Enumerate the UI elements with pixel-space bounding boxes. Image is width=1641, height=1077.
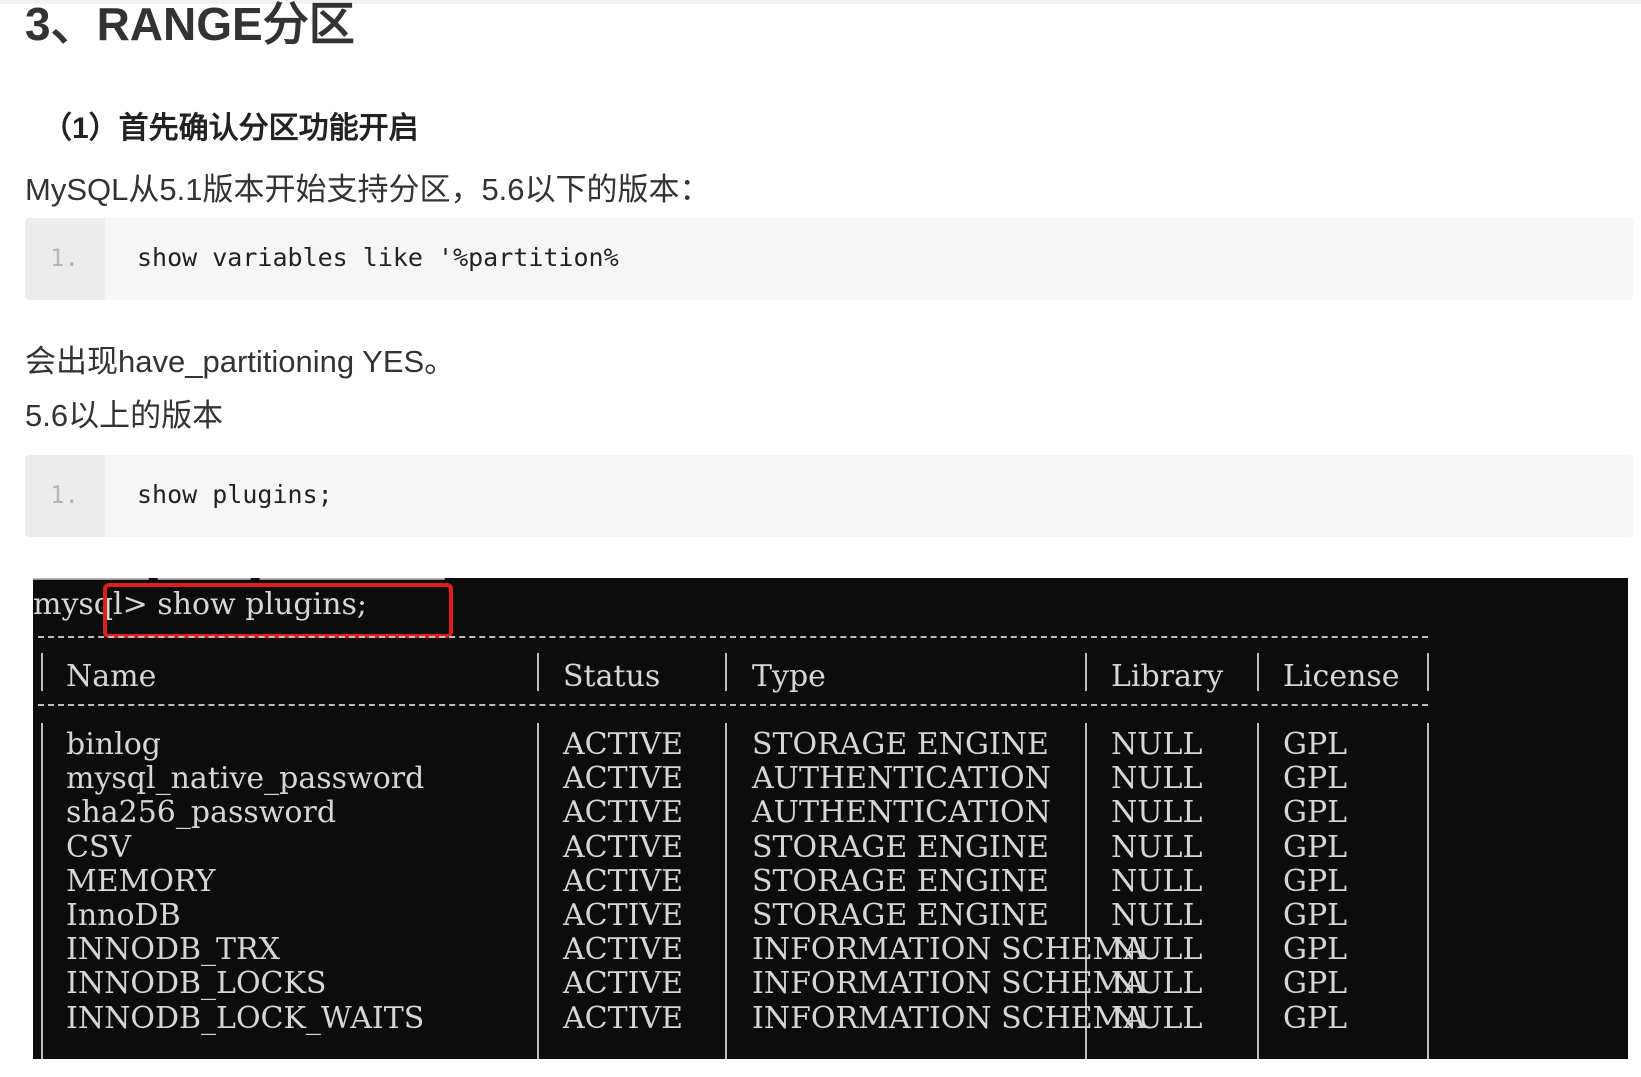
- table-border-top: [38, 636, 1428, 638]
- terminal-screenshot: ▀▀▀▀▀ ▀▀▀▀ ▀▀▀▀▀▀▀▀ mysql> show plugins;…: [33, 578, 1628, 1059]
- table-cell: ACTIVE: [563, 795, 684, 831]
- code-line[interactable]: show plugins;: [137, 480, 333, 510]
- table-vline: [1085, 653, 1087, 691]
- section-heading: 3、RANGE分区: [25, 0, 355, 50]
- table-vline: [41, 653, 43, 691]
- column-header: Status: [563, 659, 661, 694]
- table-vline: [1257, 723, 1259, 1059]
- table-cell: INFORMATION SCHEMA: [752, 932, 1146, 968]
- table-cell: ACTIVE: [563, 898, 684, 933]
- table-cell: ACTIVE: [563, 829, 684, 865]
- table-cell: ACTIVE: [563, 932, 684, 968]
- paragraph-version-intro: MySQL从5.1版本开始支持分区，5.6以下的版本：: [25, 172, 711, 207]
- table-cell: CSV: [66, 829, 132, 865]
- table-cell: GPL: [1283, 966, 1348, 1002]
- table-vline: [1257, 653, 1259, 691]
- table-border-header: [38, 704, 1428, 706]
- paragraph-version-above: 5.6以上的版本: [25, 398, 224, 433]
- table-vline: [537, 723, 539, 1059]
- table-cell: mysql_native_password: [66, 761, 425, 797]
- table-cell: GPL: [1283, 761, 1348, 797]
- table-cell: GPL: [1283, 829, 1348, 865]
- table-cell: GPL: [1283, 727, 1348, 762]
- table-cell: NULL: [1111, 1000, 1203, 1036]
- table-cell: NULL: [1111, 898, 1203, 933]
- line-number: 1.: [50, 481, 79, 509]
- subsection-heading: （1）首先确认分区功能开启: [42, 112, 419, 145]
- line-number: 1.: [50, 244, 79, 272]
- table-cell: GPL: [1283, 898, 1348, 933]
- table-cell: ACTIVE: [563, 761, 684, 797]
- table-cell: ACTIVE: [563, 727, 684, 762]
- table-cell: AUTHENTICATION: [752, 795, 1051, 831]
- table-cell: AUTHENTICATION: [752, 761, 1051, 797]
- table-cell: GPL: [1283, 932, 1348, 968]
- highlight-box: [103, 583, 453, 638]
- table-cell: GPL: [1283, 1000, 1348, 1036]
- table-cell: sha256_password: [66, 795, 337, 831]
- column-header: Library: [1111, 659, 1224, 694]
- table-cell: INFORMATION SCHEMA: [752, 1000, 1146, 1036]
- table-cell: STORAGE ENGINE: [752, 898, 1049, 933]
- code-line[interactable]: show variables like '%partition%: [137, 243, 619, 273]
- table-cell: ACTIVE: [563, 863, 684, 899]
- table-cell: NULL: [1111, 829, 1203, 865]
- table-cell: NULL: [1111, 863, 1203, 899]
- table-cell: NULL: [1111, 966, 1203, 1002]
- table-vline: [537, 653, 539, 691]
- line-number-gutter: 1.: [25, 455, 105, 537]
- table-vline: [1427, 653, 1429, 691]
- table-cell: NULL: [1111, 795, 1203, 831]
- table-cell: ACTIVE: [563, 1000, 684, 1036]
- table-vline: [725, 723, 727, 1059]
- code-block-show-plugins[interactable]: 1. show plugins;: [25, 455, 1633, 537]
- table-cell: INNODB_TRX: [66, 932, 280, 968]
- table-cell: binlog: [66, 727, 161, 762]
- line-number-gutter: 1.: [25, 218, 105, 300]
- table-cell: NULL: [1111, 761, 1203, 797]
- paragraph-result-note: 会出现have_partitioning YES。: [25, 344, 456, 379]
- table-vline: [725, 653, 727, 691]
- code-block-show-variables[interactable]: 1. show variables like '%partition%: [25, 218, 1633, 300]
- table-cell: GPL: [1283, 795, 1348, 831]
- table-cell: GPL: [1283, 863, 1348, 899]
- table-cell: MEMORY: [66, 863, 216, 899]
- column-header: License: [1283, 659, 1400, 694]
- table-cell: InnoDB: [66, 898, 181, 933]
- table-cell: INFORMATION SCHEMA: [752, 966, 1146, 1002]
- table-cell: NULL: [1111, 727, 1203, 762]
- table-cell: INNODB_LOCK_WAITS: [66, 1000, 425, 1036]
- column-header: Name: [66, 659, 157, 694]
- table-cell: NULL: [1111, 932, 1203, 968]
- table-cell: STORAGE ENGINE: [752, 727, 1049, 762]
- column-header: Type: [752, 659, 826, 694]
- table-cell: ACTIVE: [563, 966, 684, 1002]
- table-vline: [1427, 723, 1429, 1059]
- table-vline: [41, 723, 43, 1059]
- table-cell: STORAGE ENGINE: [752, 829, 1049, 865]
- table-cell: INNODB_LOCKS: [66, 966, 327, 1002]
- table-cell: STORAGE ENGINE: [752, 863, 1049, 899]
